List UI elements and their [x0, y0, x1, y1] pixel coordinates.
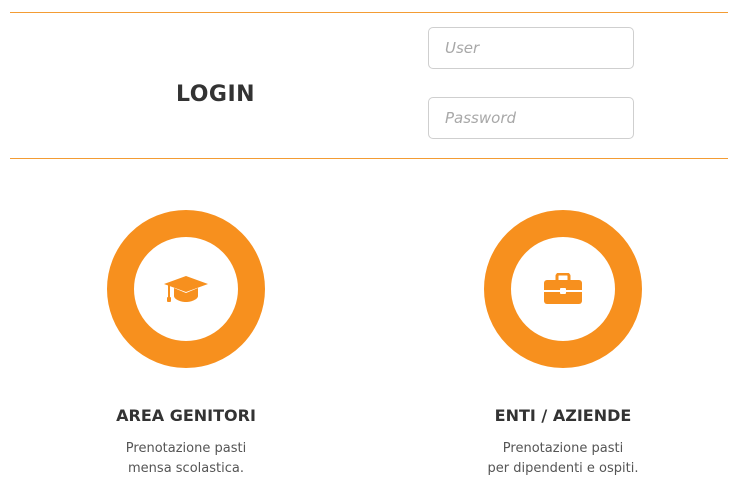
bottom-divider [10, 158, 728, 159]
enti-aziende-desc-line2: per dipendenti e ospiti. [487, 461, 639, 476]
password-input[interactable] [428, 97, 634, 139]
user-input[interactable] [428, 27, 634, 69]
enti-aziende-card[interactable]: ENTI / AZIENDE Prenotazione pasti per di… [443, 210, 683, 479]
graduation-cap-icon [164, 276, 208, 302]
briefcase-icon [544, 273, 582, 304]
enti-aziende-ring[interactable] [484, 210, 642, 368]
top-divider [10, 12, 728, 13]
area-genitori-desc-line1: Prenotazione pasti [125, 441, 247, 456]
area-genitori-card[interactable]: AREA GENITORI Prenotazione pasti mensa s… [66, 210, 306, 479]
area-genitori-description: Prenotazione pasti mensa scolastica. [66, 439, 306, 479]
area-genitori-desc-line2: mensa scolastica. [128, 461, 244, 476]
area-genitori-ring[interactable] [107, 210, 265, 368]
enti-aziende-title: ENTI / AZIENDE [494, 406, 632, 425]
enti-aziende-desc-line1: Prenotazione pasti [502, 441, 624, 456]
enti-aziende-description: Prenotazione pasti per dipendenti e ospi… [443, 439, 683, 479]
login-title: LOGIN [176, 82, 256, 107]
area-genitori-title: AREA GENITORI [116, 406, 256, 425]
